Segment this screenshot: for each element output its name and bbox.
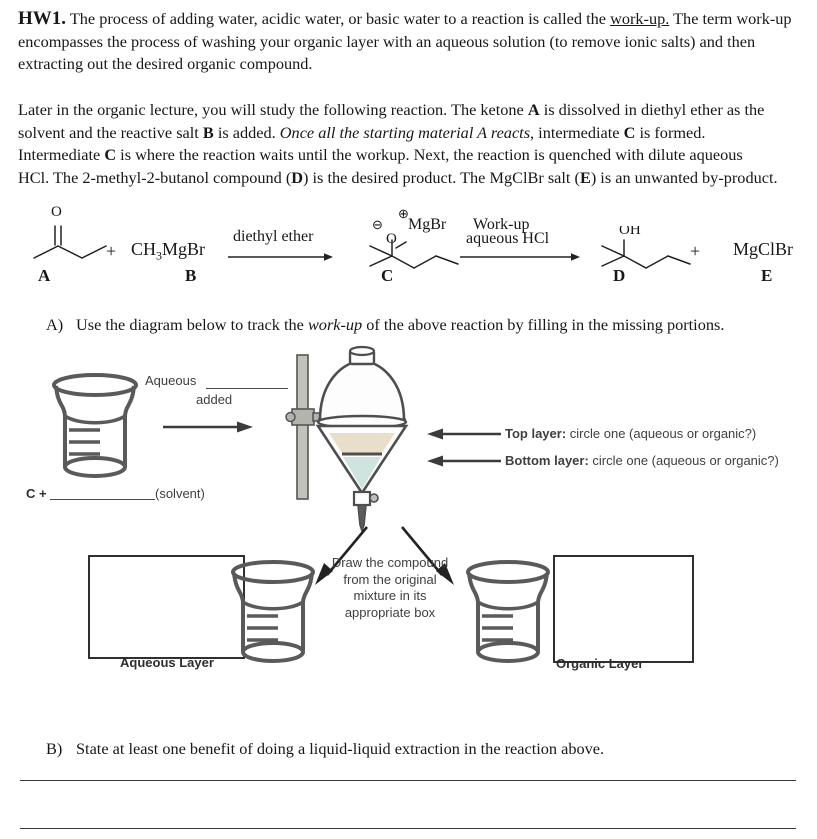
formula-compound-e: MgClBr [733,239,794,259]
question-a: A) Use the diagram below to track the wo… [46,314,726,337]
compound-ref-a: A [527,100,540,119]
question-b-text: State at least one benefit of doing a li… [76,739,605,758]
arrow-1-condition: diethyl ether [233,228,314,245]
question-a-label: A) [46,315,64,334]
solvent-blank-rule[interactable] [50,499,155,500]
compound-ref-b: B [202,122,214,142]
intro-paragraph: HW1. The process of adding water, acidic… [18,8,798,76]
plus-sign-1: + [106,241,117,261]
label-compound-c: C [381,266,394,285]
aqueous-added-label-line1: Aqueous [145,373,197,388]
bottom-layer-label-bold: Bottom layer: [505,453,589,468]
workup-term: work-up. [610,9,670,28]
hw-heading: HW1. [18,8,67,29]
arrow-add-aqueous [163,421,253,433]
formula-compound-b: CH3MgBr [131,239,205,264]
organic-layer-caption: Organic Layer [556,656,644,671]
question-a-pre: Use the diagram below to track the [76,315,308,334]
workup-diagram: Aqueous added C + (solvent) Top layer: c… [0,345,817,685]
compound-ref-e: E [579,167,591,187]
separatory-funnel-assembly [285,345,428,534]
reaction-seg-7: ) is the desired product. The MgClBr sal… [303,167,580,187]
question-b-label: B) [46,739,63,758]
aqueous-layer-caption: Aqueous Layer [120,655,214,670]
reaction-arrow-2 [460,252,580,262]
compound-ref-c1: C [623,122,636,142]
intro-line-1: The process of adding water, acidic wate… [69,9,607,28]
arrow-top-layer [425,428,501,440]
reaction-seg-8: ) is an unwanted by-product. [590,167,778,187]
question-b: B) State at least one benefit of doing a… [46,738,746,761]
compound-ref-c2: C [104,145,117,165]
label-compound-b: B [185,266,197,285]
plus-sign-2: + [690,241,701,261]
negative-charge-icon: ⊖ [372,217,383,232]
bottom-layer-label[interactable]: Bottom layer: circle one (aqueous or org… [505,453,779,468]
question-a-post: of the above reaction by filling in the … [362,315,725,334]
label-compound-d: D [613,266,626,285]
aqueous-blank-rule[interactable] [206,388,288,389]
arrow-2-condition-line2: aqueous HCl [466,230,550,247]
bottom-layer-label-rest: circle one (aqueous or organic?) [588,453,779,468]
reaction-arrow-1 [228,252,333,262]
reaction-italic-phrase: Once all the starting material A reacts [279,122,531,142]
question-a-text: Use the diagram below to track the work-… [76,314,726,337]
counterion-label-c: MgBr [408,216,447,233]
answer-line-2[interactable] [20,828,796,829]
aqueous-added-label-line2: added [196,392,233,407]
top-layer-label-bold: Top layer: [505,426,567,441]
alkoxide-oxygen-label-c: O [386,231,397,247]
top-layer-label-rest: circle one (aqueous or organic?) [566,426,757,441]
reaction-paragraph: Later in the organic lecture, you will s… [18,99,778,189]
draw-instruction-text: Draw the compound from the original mixt… [331,555,449,620]
reaction-seg-1: Later in the organic lecture, you will s… [18,100,528,119]
carbonyl-oxygen-label-a: O [51,204,62,220]
label-compound-a: A [38,266,51,285]
aqueous-layer-draw-box[interactable] [88,555,245,659]
beaker-aqueous-layer [228,558,318,672]
beaker-starting-mixture [50,370,140,486]
formula-b-post: MgBr [162,239,206,259]
reaction-seg-4: , intermediate [530,122,624,142]
start-caption-prefix: C + [26,486,47,501]
start-caption-suffix: (solvent) [155,486,205,501]
question-a-italic: work-up [307,315,363,334]
reaction-scheme: O A + CH3MgBr B diethyl ether O ⊖ ⊕ MgBr [0,198,817,298]
beaker-organic-layer [463,558,553,672]
organic-layer-draw-box[interactable] [553,555,694,663]
arrow-bottom-layer [425,455,501,467]
formula-b-pre: CH [131,239,157,259]
top-layer-label[interactable]: Top layer: circle one (aqueous or organi… [505,426,756,441]
answer-line-1[interactable] [20,780,796,781]
hydroxyl-label-d: OH [619,226,641,238]
label-compound-e: E [761,266,773,285]
compound-ref-d: D [291,167,304,187]
reaction-seg-3: is added. [213,122,280,142]
